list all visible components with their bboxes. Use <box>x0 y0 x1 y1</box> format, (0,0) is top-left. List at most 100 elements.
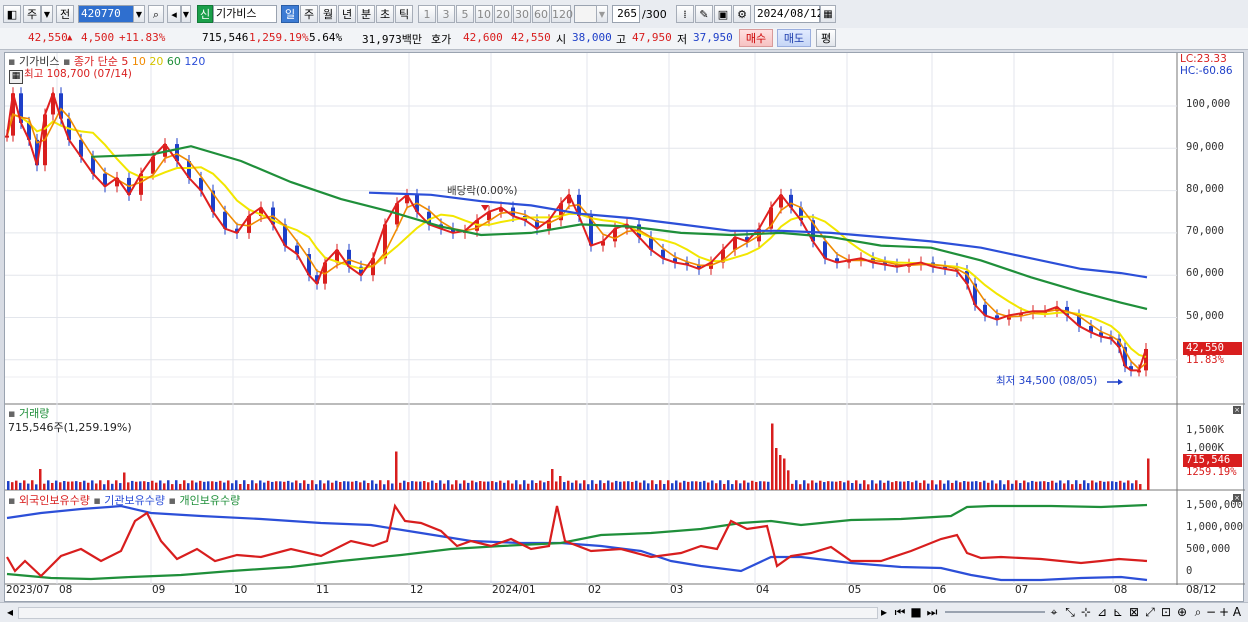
volume-bar <box>419 481 422 490</box>
interval-1[interactable]: 1 <box>418 5 436 23</box>
custom-interval-dropdown-icon[interactable]: ▼ <box>596 5 608 23</box>
volume-bar <box>827 481 830 490</box>
measure-icon[interactable]: ⊾ <box>1111 605 1125 619</box>
save-icon[interactable]: ▣ <box>714 5 732 23</box>
sound-dropdown-icon[interactable]: ▼ <box>181 5 191 23</box>
font-size-icon[interactable]: A <box>1231 605 1243 619</box>
volume-bar <box>439 480 442 490</box>
chart-area[interactable] <box>4 52 1245 603</box>
interval-5[interactable]: 5 <box>456 5 474 23</box>
rewind-icon[interactable]: ⏮ <box>893 605 907 619</box>
prev-button[interactable]: 전 <box>56 5 74 23</box>
volume-bar <box>15 480 18 490</box>
volume-value: 715,546주(1,259.19%) <box>8 421 132 434</box>
trend-icon[interactable]: ⤢ <box>1143 605 1157 619</box>
volume-bar <box>599 480 602 490</box>
volume-bar <box>639 482 642 490</box>
calendar-icon[interactable]: ▦ <box>820 5 836 23</box>
holding-tick-500000: 500,000 <box>1186 543 1231 555</box>
volume-bar <box>1139 484 1142 490</box>
chart-tool-icon[interactable]: ▦ <box>9 70 23 84</box>
volume-bar <box>1031 480 1034 490</box>
period-year-tab[interactable]: 년 <box>338 5 356 23</box>
scroll-right-icon[interactable]: ▸ <box>878 605 890 619</box>
period-minute-tab[interactable]: 분 <box>357 5 375 23</box>
volume-bar <box>1099 480 1102 490</box>
volume-bar <box>923 480 926 490</box>
volume-bar <box>319 480 322 490</box>
count-input[interactable]: 265 <box>612 5 640 23</box>
crosshair-icon[interactable]: ⊹ <box>1079 605 1093 619</box>
stop-icon[interactable]: ■ <box>909 605 923 619</box>
zoom-in-icon[interactable]: ⊕ <box>1175 605 1189 619</box>
sell-button[interactable]: 매도 <box>777 29 811 47</box>
volume-bar <box>83 480 86 490</box>
price-change: 4,500 <box>81 31 115 44</box>
y-tick-70000: 70,000 <box>1186 225 1224 237</box>
search-zoom-icon[interactable]: ⌕ <box>1191 605 1205 619</box>
open-price: 38,000 <box>572 31 612 44</box>
draw-tool-icon[interactable]: ✎ <box>695 5 713 23</box>
dividend-note: 배당락(0.00%) <box>447 185 518 197</box>
interval-20[interactable]: 20 <box>494 5 512 23</box>
period-tick-tab[interactable]: 틱 <box>395 5 413 23</box>
period-second-tab[interactable]: 초 <box>376 5 394 23</box>
volume-bar <box>1107 481 1110 490</box>
settings-gear-icon[interactable]: ⚙ <box>733 5 751 23</box>
scroll-left-icon[interactable]: ◂ <box>4 605 16 619</box>
volume-bar <box>79 482 82 490</box>
interval-120[interactable]: 120 <box>551 5 573 23</box>
y-tick-100000: 100,000 <box>1186 98 1231 110</box>
chart-menu-icon[interactable]: ◧ <box>3 5 21 23</box>
volume-bar <box>719 480 722 490</box>
snapshot-icon[interactable]: ⊡ <box>1159 605 1173 619</box>
interval-30[interactable]: 30 <box>513 5 531 23</box>
eval-button[interactable]: 평 <box>816 29 836 47</box>
volume-bar <box>931 480 934 490</box>
interval-3[interactable]: 3 <box>437 5 455 23</box>
market-select[interactable]: 주 <box>23 5 41 23</box>
zoom-fit-icon[interactable]: ⌖ <box>1047 605 1061 619</box>
lc-value: LC:23.33 <box>1180 53 1227 65</box>
volume-bar <box>539 480 542 490</box>
volume-bar <box>887 480 890 490</box>
minus-icon[interactable]: − <box>1205 605 1217 619</box>
zoom-slider[interactable] <box>945 611 1045 613</box>
volume-bar <box>823 482 826 490</box>
scrollbar-track[interactable] <box>18 607 878 619</box>
code-dropdown-icon[interactable]: ▼ <box>133 5 145 23</box>
volume-bar <box>663 483 666 490</box>
sound-icon[interactable]: ◂ <box>167 5 181 23</box>
zoom-range-icon[interactable]: ⤡ <box>1063 605 1077 619</box>
grid-tool-icon[interactable]: ⁞ <box>676 5 694 23</box>
volume-bar <box>131 480 134 490</box>
stock-code-input[interactable]: 420770 <box>78 5 136 23</box>
date-input[interactable]: 2024/08/12 <box>754 5 823 23</box>
compare-icon[interactable]: ⊠ <box>1127 605 1141 619</box>
chart-canvas[interactable] <box>5 53 1245 603</box>
turnover-pct: 5.64% <box>309 31 343 44</box>
period-week-tab[interactable]: 주 <box>300 5 318 23</box>
market-dropdown-icon[interactable]: ▼ <box>41 5 53 23</box>
forward-icon[interactable]: ⏭ <box>925 605 939 619</box>
volume-bar <box>275 481 278 490</box>
magnet-icon[interactable]: ⊿ <box>1095 605 1109 619</box>
holding-close-icon[interactable]: × <box>1233 494 1241 502</box>
period-day-tab[interactable]: 일 <box>281 5 299 23</box>
volume-bar <box>475 482 478 490</box>
volume-bar <box>895 481 898 490</box>
search-icon[interactable]: ⌕ <box>148 5 164 23</box>
volume-bar <box>259 480 262 490</box>
volume-bar <box>943 483 946 490</box>
price-change-pct: +11.83% <box>119 31 166 44</box>
interval-60[interactable]: 60 <box>532 5 550 23</box>
period-month-tab[interactable]: 월 <box>319 5 337 23</box>
volume-bar-spike <box>779 455 782 490</box>
volume-bar <box>1135 480 1138 490</box>
buy-button[interactable]: 매수 <box>739 29 773 47</box>
volume-bar <box>871 480 874 490</box>
plus-icon[interactable]: + <box>1218 605 1230 619</box>
volume-close-icon[interactable]: × <box>1233 406 1241 414</box>
interval-10[interactable]: 10 <box>475 5 493 23</box>
stock-name-field[interactable]: 기가비스 <box>213 5 277 23</box>
